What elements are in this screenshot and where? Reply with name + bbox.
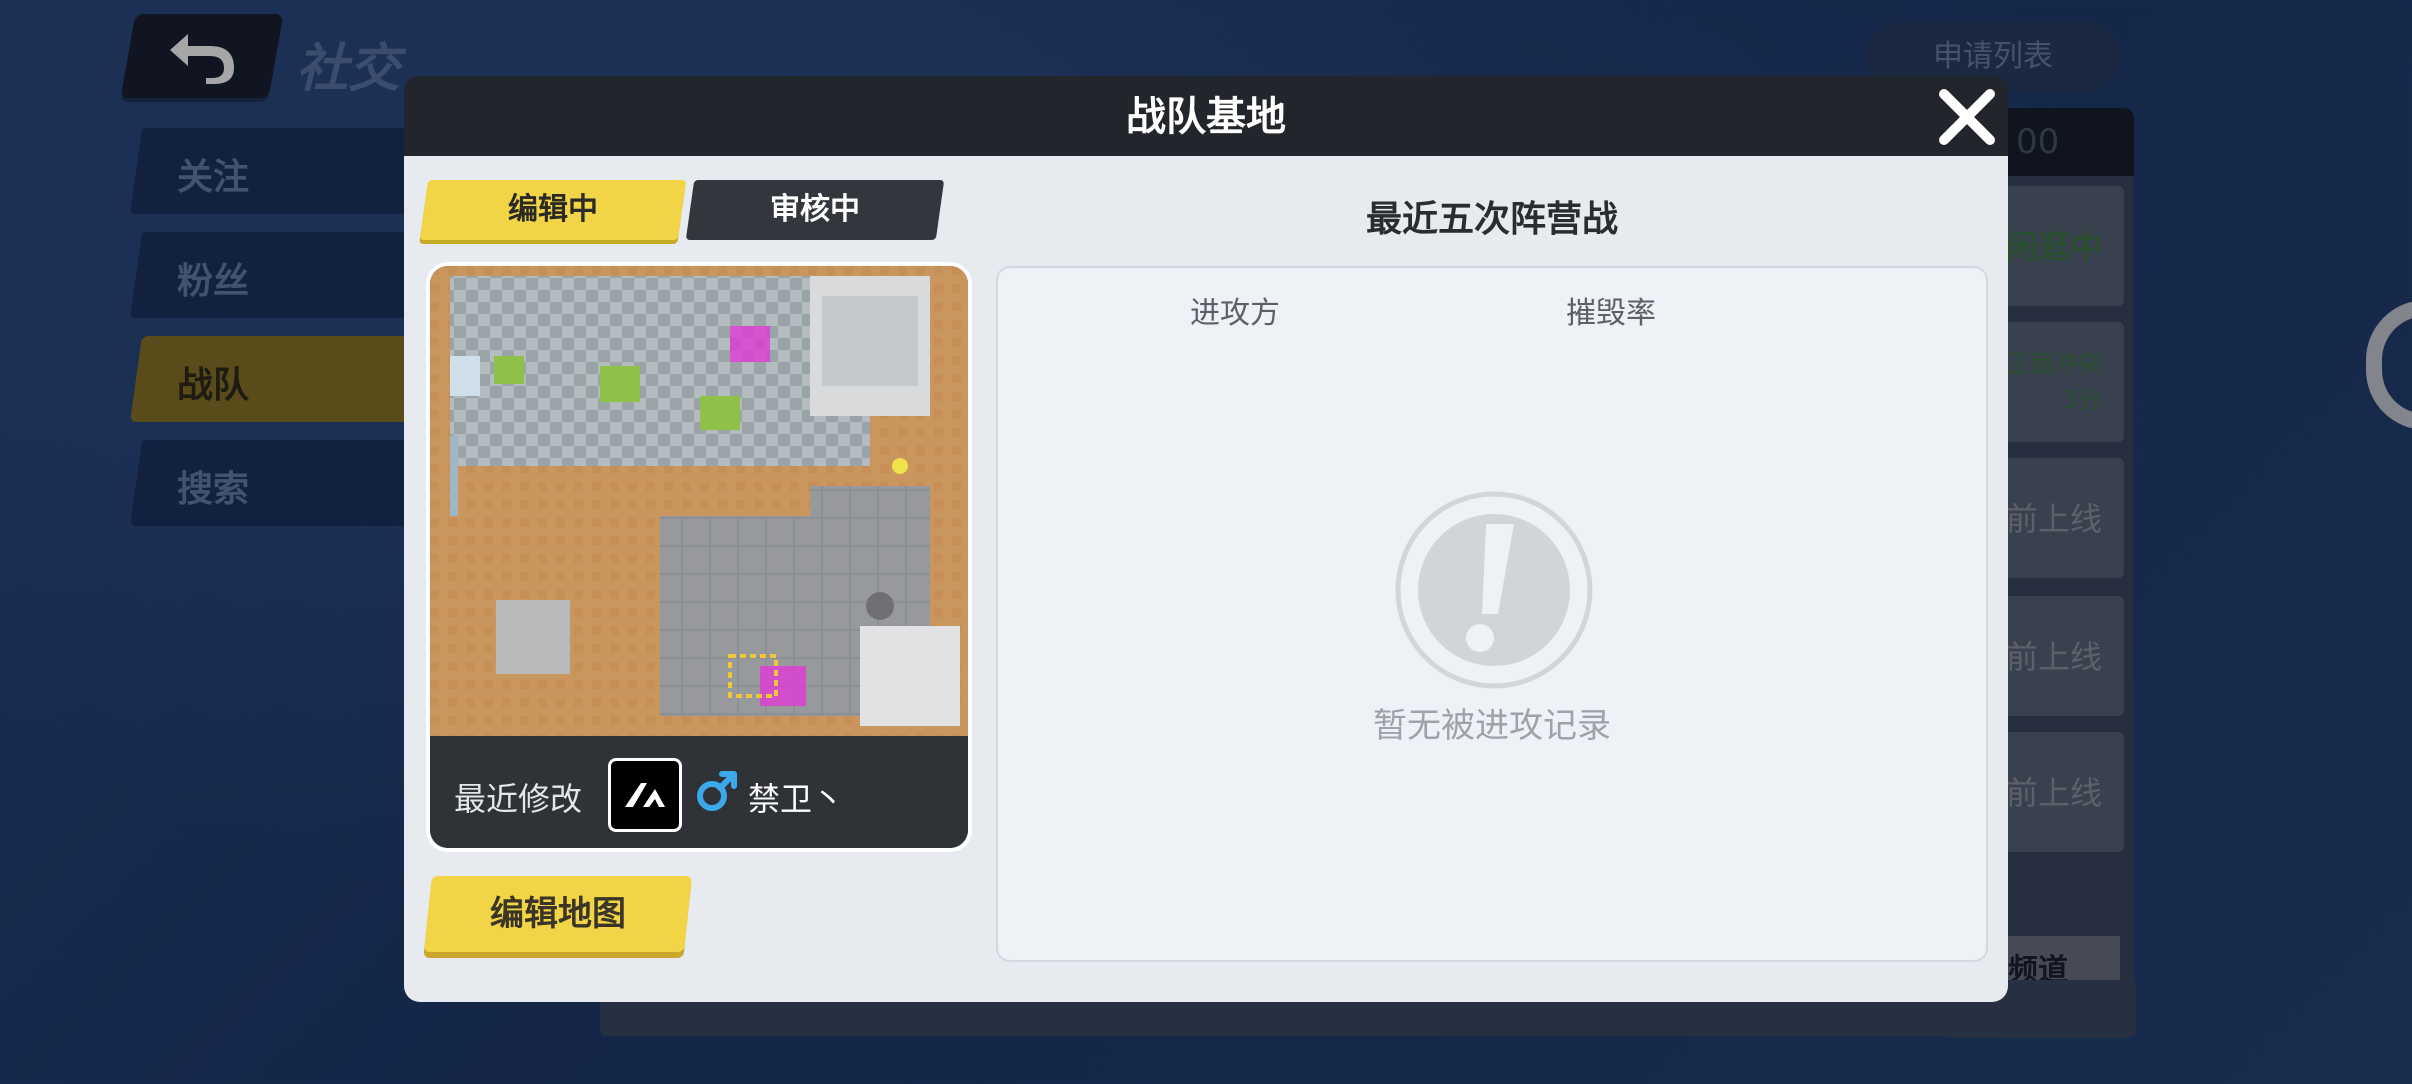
close-icon — [1939, 89, 1995, 145]
tab-reviewing-label: 审核中 — [770, 192, 860, 227]
male-icon — [692, 766, 742, 816]
tab-editing[interactable]: 编辑中 — [419, 180, 687, 240]
modal-title: 战队基地 — [1126, 94, 1286, 140]
avatar-logo-icon — [625, 783, 665, 807]
close-button[interactable] — [1934, 84, 2000, 150]
tab-reviewing[interactable]: 审核中 — [685, 180, 945, 240]
base-map-card: 最近修改 禁卫丶 — [426, 262, 972, 852]
edit-map-label: 编辑地图 — [490, 894, 626, 934]
edit-map-button[interactable]: 编辑地图 — [424, 876, 692, 952]
column-header-destroy-rate: 摧毁率 — [1566, 296, 1656, 331]
tab-editing-label: 编辑中 — [508, 192, 598, 227]
last-modified-label: 最近修改 — [454, 780, 583, 818]
last-modified-user-name: 禁卫丶 — [748, 780, 845, 818]
map-thumbnail-icon — [430, 266, 968, 736]
avatar[interactable] — [608, 758, 682, 832]
empty-state-icon — [1394, 490, 1594, 690]
column-header-attacker: 进攻方 — [1190, 296, 1280, 331]
modal-header: 战队基地 — [404, 76, 2008, 158]
empty-state-text: 暂无被进攻记录 — [1373, 706, 1611, 746]
map-footer: 最近修改 禁卫丶 — [430, 736, 968, 848]
base-map-preview[interactable] — [430, 266, 968, 736]
recent-battles-title: 最近五次阵营战 — [1365, 199, 1618, 240]
